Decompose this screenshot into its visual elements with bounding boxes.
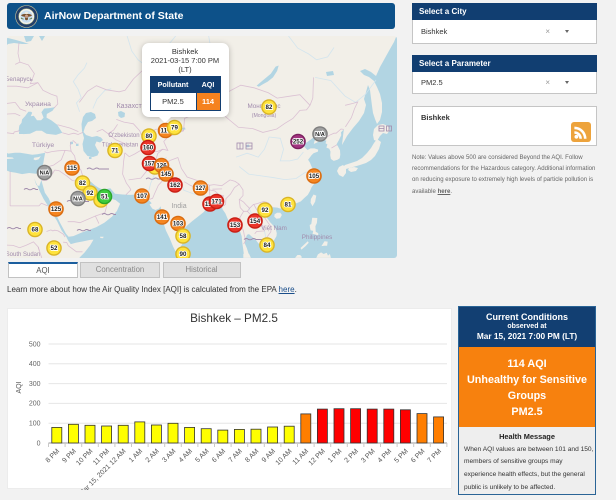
svg-text:145: 145 [161,171,172,178]
svg-text:154: 154 [250,218,261,225]
svg-text:92: 92 [87,190,94,197]
svg-text:160: 160 [143,145,154,152]
svg-text:162: 162 [170,182,181,189]
svg-text:10 PM: 10 PM [75,448,94,467]
svg-text:South Sudan: South Sudan [7,252,40,258]
svg-text:71: 71 [112,148,119,155]
svg-text:5 AM: 5 AM [194,448,210,464]
svg-text:5 PM: 5 PM [393,448,410,465]
svg-text:84: 84 [264,242,271,249]
svg-text:107: 107 [137,193,148,200]
svg-text:N/A: N/A [40,171,50,177]
svg-text:90: 90 [180,251,187,258]
svg-text:1 AM: 1 AM [128,448,144,464]
svg-text:82: 82 [266,104,273,111]
svg-text:300: 300 [29,381,41,388]
svg-text:Philippines: Philippines [302,234,332,241]
svg-text:500: 500 [29,341,41,348]
svg-text:125: 125 [51,206,62,213]
svg-text:79: 79 [171,125,178,132]
svg-text:52: 52 [51,245,58,252]
svg-text:82: 82 [79,180,86,187]
svg-text:7 PM: 7 PM [427,448,444,465]
svg-text:O'zbekiston: O'zbekiston [108,133,139,139]
svg-text:6 AM: 6 AM [211,448,227,464]
svg-text:Bishkek – PM2.5: Bishkek – PM2.5 [190,312,278,325]
svg-text:Украина: Украина [25,101,51,108]
svg-text:3 AM: 3 AM [161,448,177,464]
svg-text:8 PM: 8 PM [45,448,62,465]
svg-text:Türkiye: Türkiye [32,142,55,149]
svg-text:Việt Nam: Việt Nam [261,225,287,232]
svg-text:200: 200 [29,401,41,408]
svg-text:N/A: N/A [73,197,83,203]
svg-text:68: 68 [32,227,39,234]
svg-text:4 PM: 4 PM [377,448,394,465]
svg-text:AQI: AQI [16,381,23,393]
svg-text:6 PM: 6 PM [410,448,427,465]
svg-text:(Mongolia): (Mongolia) [252,113,277,119]
svg-text:100: 100 [29,421,41,428]
svg-text:11 AM: 11 AM [292,448,311,467]
svg-text:141: 141 [157,214,168,221]
svg-text:58: 58 [180,233,187,240]
svg-text:8 AM: 8 AM [244,448,260,464]
svg-text:171: 171 [211,199,222,206]
svg-text:51: 51 [101,194,108,201]
svg-text:12 PM: 12 PM [308,448,327,467]
svg-text:81: 81 [285,202,292,209]
svg-text:India: India [171,203,186,210]
svg-text:2 AM: 2 AM [145,448,161,464]
svg-text:252: 252 [293,139,304,146]
svg-text:157: 157 [144,161,155,168]
svg-text:92: 92 [262,207,269,214]
svg-text:400: 400 [29,361,41,368]
svg-text:10 AM: 10 AM [275,448,294,467]
svg-text:2 PM: 2 PM [344,448,361,465]
svg-text:153: 153 [230,222,241,229]
svg-text:4 AM: 4 AM [178,448,194,464]
svg-text:127: 127 [195,185,206,192]
svg-text:N/A: N/A [315,132,325,138]
svg-text:115: 115 [67,165,78,172]
svg-text:7 AM: 7 AM [228,448,244,464]
svg-text:105: 105 [309,173,320,180]
svg-text:1 PM: 1 PM [327,448,344,465]
svg-text:0: 0 [37,440,41,447]
svg-text:103: 103 [173,221,184,228]
svg-text:80: 80 [146,133,153,140]
svg-text:3 PM: 3 PM [360,448,377,465]
svg-text:Беларусь: Беларусь [7,76,33,83]
